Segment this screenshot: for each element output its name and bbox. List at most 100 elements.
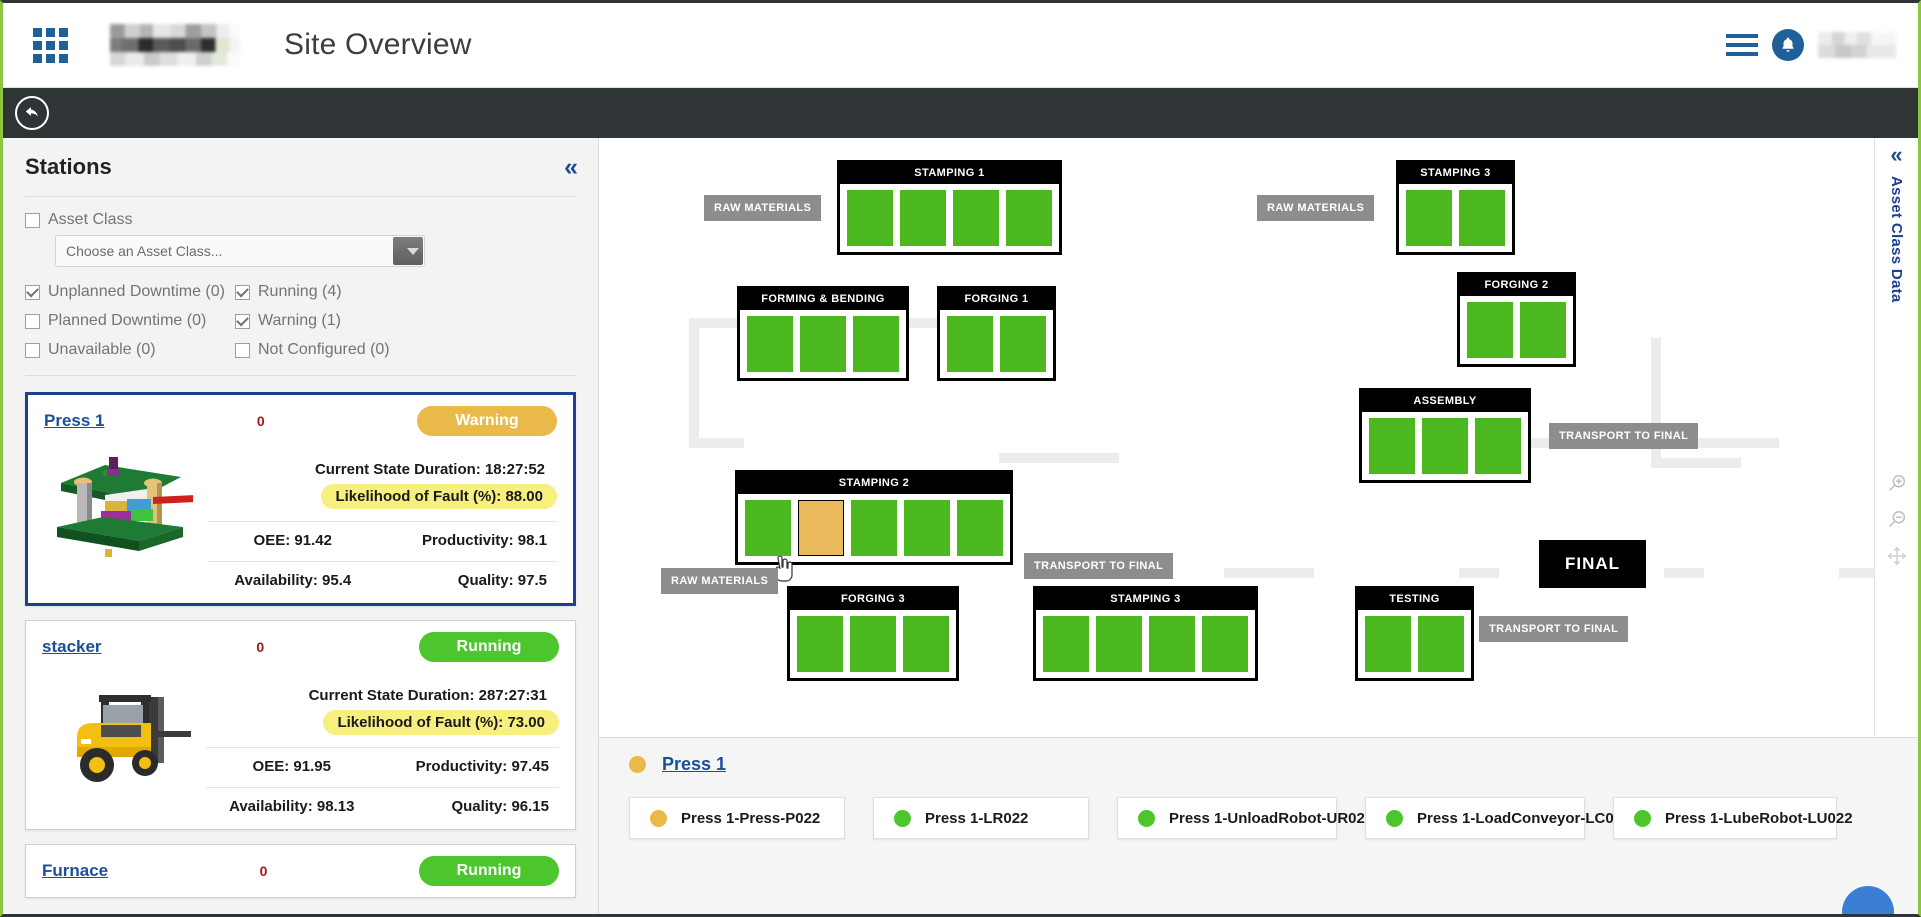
asset-cell[interactable] (1459, 190, 1505, 246)
asset-cell[interactable] (1149, 616, 1195, 672)
asset-class-checkbox-row[interactable]: Asset Class (25, 211, 576, 229)
node-assembly[interactable]: ASSEMBLY (1359, 388, 1531, 483)
filter-unavailable[interactable]: Unavailable (0) (25, 341, 235, 359)
filter-running[interactable]: Running (4) (235, 283, 576, 301)
asset-chip[interactable]: Press 1-LR022 (873, 797, 1089, 839)
asset-cell[interactable] (1369, 418, 1415, 474)
asset-chip[interactable]: Press 1-UnloadRobot-UR022 (1117, 797, 1373, 839)
hamburger-menu-icon[interactable] (1726, 34, 1758, 56)
node-stamping-3-top[interactable]: STAMPING 3 (1396, 160, 1515, 255)
tag-raw-materials-2[interactable]: RAW MATERIALS (1257, 195, 1375, 221)
asset-cell[interactable] (1043, 616, 1089, 672)
filter-checkbox[interactable] (25, 342, 40, 358)
asset-cell[interactable] (1406, 190, 1452, 246)
user-name[interactable] (1818, 32, 1896, 58)
tag-raw-materials-3[interactable]: RAW MATERIALS (661, 568, 779, 594)
node-stamping-1[interactable]: STAMPING 1 (837, 160, 1062, 255)
zoom-in-icon[interactable] (1886, 473, 1908, 495)
node-title: STAMPING 2 (838, 477, 910, 489)
chevron-down-icon[interactable] (393, 237, 423, 265)
asset-cell[interactable] (851, 500, 897, 556)
node-forging-1[interactable]: FORGING 1 (937, 286, 1056, 381)
asset-chip[interactable]: Press 1-LoadConveyor-LC022 (1365, 797, 1630, 839)
asset-class-data-label[interactable]: Asset Class Data (1888, 176, 1905, 303)
back-arrow-icon[interactable] (15, 96, 49, 130)
asset-cell[interactable] (850, 616, 896, 672)
node-stamping-3-bottom[interactable]: STAMPING 3 (1033, 586, 1258, 681)
node-forging-2[interactable]: FORGING 2 (1457, 272, 1576, 367)
filter-not-configured[interactable]: Not Configured (0) (235, 341, 576, 359)
asset-cell[interactable] (1096, 616, 1142, 672)
asset-cell[interactable] (957, 500, 1003, 556)
filter-unplanned-downtime[interactable]: Unplanned Downtime (0) (25, 283, 235, 301)
status-badge[interactable]: Warning (416, 406, 557, 436)
asset-cell[interactable] (900, 190, 946, 246)
filter-checkbox[interactable] (25, 284, 40, 300)
station-name-link[interactable]: Furnace (42, 861, 108, 881)
station-card-press-1[interactable]: Press 1 0 Warning Current State Duration… (25, 392, 576, 606)
asset-cell[interactable] (903, 616, 949, 672)
asset-cell[interactable] (953, 190, 999, 246)
filter-checkbox[interactable] (235, 342, 250, 358)
station-name-link[interactable]: stacker (42, 637, 102, 657)
tag-transport-to-final-2[interactable]: TRANSPORT TO FINAL (1024, 553, 1174, 579)
status-badge[interactable]: Running (419, 856, 559, 886)
tag-transport-to-final-3[interactable]: TRANSPORT TO FINAL (1479, 616, 1629, 642)
asset-cell[interactable] (1467, 302, 1513, 358)
apps-grid-icon[interactable] (33, 27, 68, 63)
asset-chip[interactable]: Press 1-Press-P022 (629, 797, 845, 839)
node-testing[interactable]: TESTING (1355, 586, 1474, 681)
company-logo (110, 24, 240, 66)
node-stamping-2[interactable]: STAMPING 2 (735, 470, 1013, 565)
filter-label: Running (4) (258, 283, 342, 300)
flow-link (689, 438, 744, 448)
productivity-value: 97.45 (511, 758, 549, 775)
status-badge[interactable]: Running (418, 632, 559, 662)
process-flow-diagram[interactable]: RAW MATERIALS STAMPING 1 RAW MATERIALS S… (599, 138, 1918, 738)
tag-transport-to-final-1[interactable]: TRANSPORT TO FINAL (1549, 423, 1699, 449)
tag-raw-materials-1[interactable]: RAW MATERIALS (704, 195, 822, 221)
asset-cell[interactable] (1475, 418, 1521, 474)
asset-cell[interactable] (1000, 316, 1046, 372)
asset-cell[interactable] (1422, 418, 1468, 474)
asset-class-select[interactable]: Choose an Asset Class... (55, 235, 425, 267)
asset-class-checkbox[interactable] (25, 212, 40, 228)
duration-value: 18:27:52 (484, 461, 545, 478)
asset-cell[interactable] (1418, 616, 1464, 672)
notification-bell-icon[interactable] (1772, 29, 1804, 61)
filter-checkbox[interactable] (235, 313, 250, 329)
asset-cell-warning[interactable] (798, 500, 844, 556)
asset-cell[interactable] (1202, 616, 1248, 672)
asset-cell[interactable] (797, 616, 843, 672)
station-card-stacker[interactable]: stacker 0 Running Current State Duration… (25, 620, 576, 830)
filter-checkbox[interactable] (25, 313, 40, 329)
asset-cell[interactable] (1365, 616, 1411, 672)
node-forming-bending[interactable]: FORMING & BENDING (737, 286, 909, 381)
asset-cell[interactable] (847, 190, 893, 246)
asset-cell[interactable] (947, 316, 993, 372)
asset-cell[interactable] (904, 500, 950, 556)
collapse-sidebar-icon[interactable]: « (564, 154, 578, 180)
asset-chip[interactable]: Press 1-LubeRobot-LU022 (1613, 797, 1853, 839)
zoom-out-icon[interactable] (1886, 509, 1908, 531)
node-forging-3[interactable]: FORGING 3 (787, 586, 959, 681)
asset-panel-title[interactable]: Press 1 (662, 754, 726, 775)
status-dot (1138, 809, 1155, 827)
asset-cell[interactable] (745, 500, 791, 556)
station-card-furnace[interactable]: Furnace 0 Running (25, 844, 576, 898)
station-name-link[interactable]: Press 1 (44, 411, 105, 431)
filter-checkbox[interactable] (235, 284, 250, 300)
pan-move-icon[interactable] (1886, 545, 1908, 567)
asset-cell[interactable] (1006, 190, 1052, 246)
asset-cell[interactable] (853, 316, 899, 372)
asset-cell[interactable] (800, 316, 846, 372)
asset-cell[interactable] (747, 316, 793, 372)
collapse-rail-icon[interactable]: « (1890, 144, 1902, 166)
node-title: TESTING (1389, 593, 1440, 605)
node-cells (1399, 184, 1512, 252)
filter-warning[interactable]: Warning (1) (235, 312, 576, 330)
filter-planned-downtime[interactable]: Planned Downtime (0) (25, 312, 235, 330)
asset-cell[interactable] (1520, 302, 1566, 358)
tag-final[interactable]: FINAL (1539, 540, 1647, 588)
help-fab-button[interactable] (1842, 886, 1894, 914)
